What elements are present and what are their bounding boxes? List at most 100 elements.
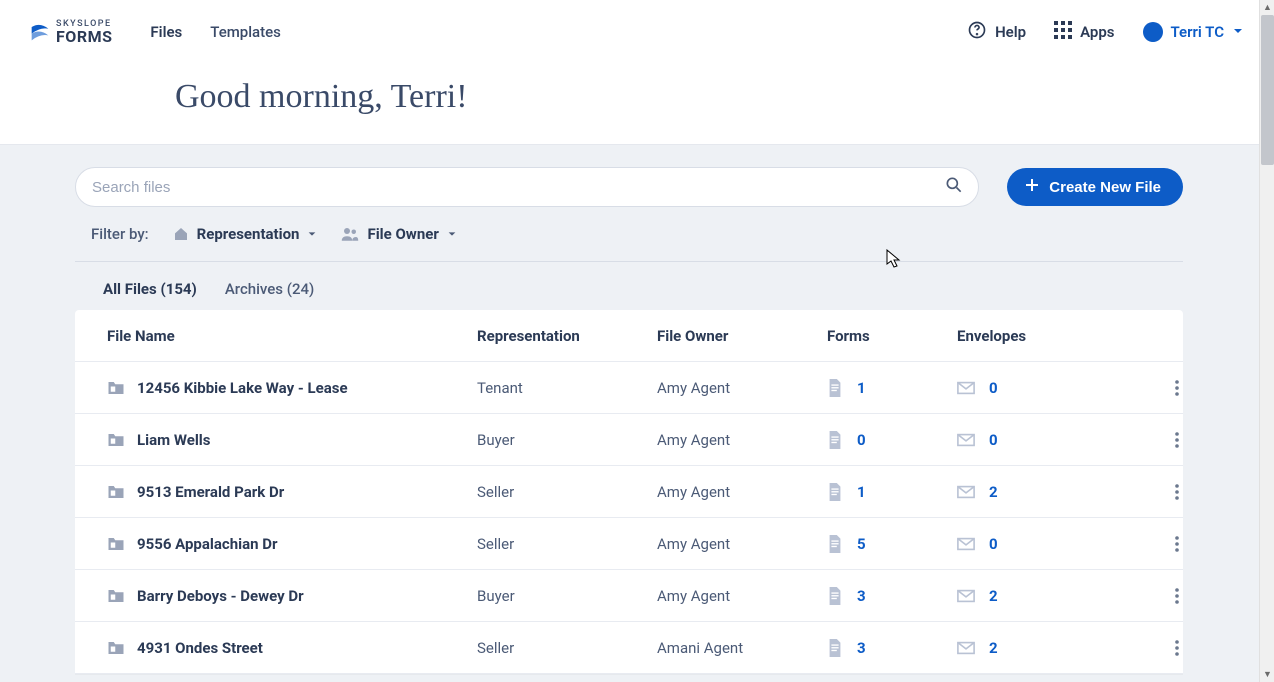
cell-file-owner: Amy Agent (657, 379, 827, 397)
filter-row: Filter by: Representation File Owner (75, 207, 1183, 262)
row-menu-button[interactable] (1147, 640, 1207, 656)
logo-text: SKYSLOPE FORMS (56, 20, 112, 45)
nav-templates[interactable]: Templates (210, 23, 281, 41)
file-name-text: 4931 Ondes Street (137, 639, 263, 657)
col-file-name: File Name (107, 327, 477, 345)
cell-forms: 1 (827, 483, 957, 501)
envelope-icon (957, 537, 975, 551)
file-name-text: 9513 Emerald Park Dr (137, 483, 284, 501)
cell-forms: 0 (827, 431, 957, 449)
cell-representation: Buyer (477, 431, 657, 449)
cell-representation: Seller (477, 639, 657, 657)
user-name: Terri TC (1171, 23, 1224, 41)
forms-count: 3 (857, 639, 866, 657)
envelopes-count: 2 (989, 483, 998, 501)
logo[interactable]: SKYSLOPE FORMS (30, 20, 112, 45)
greeting: Good morning, Terri! (0, 64, 1274, 116)
envelope-icon (957, 589, 975, 603)
cell-file-name: Barry Deboys - Dewey Dr (107, 587, 477, 605)
avatar (1143, 22, 1163, 42)
table-row[interactable]: 9513 Emerald Park Dr SellerAmy Agent 1 2 (75, 466, 1183, 518)
col-forms: Forms (827, 327, 957, 345)
file-name-text: 12456 Kibbie Lake Way - Lease (137, 379, 348, 397)
forms-count: 0 (857, 431, 866, 449)
envelope-icon (957, 433, 975, 447)
envelopes-count: 2 (989, 587, 998, 605)
search-icon[interactable] (944, 175, 964, 199)
content: Create New File Filter by: Representatio… (75, 145, 1183, 674)
filter-representation-label: Representation (197, 225, 300, 243)
table-row[interactable]: 12456 Kibbie Lake Way - Lease TenantAmy A… (75, 362, 1183, 414)
toolbar-right: Help Apps Terri TC (967, 20, 1244, 44)
envelope-icon (957, 641, 975, 655)
folder-icon (107, 536, 125, 552)
header: SKYSLOPE FORMS Files Templates Help Apps (0, 0, 1274, 145)
forms-count: 1 (857, 483, 866, 501)
plus-icon (1025, 178, 1039, 196)
row-menu-button[interactable] (1147, 380, 1207, 396)
folder-icon (107, 588, 125, 604)
cell-representation: Seller (477, 483, 657, 501)
tab-archives-count: 24 (292, 280, 309, 298)
cell-file-name: 12456 Kibbie Lake Way - Lease (107, 379, 477, 397)
main-nav: Files Templates (150, 23, 280, 41)
row-menu-button[interactable] (1147, 536, 1207, 552)
cell-file-owner: Amy Agent (657, 587, 827, 605)
cell-envelopes: 2 (957, 639, 1147, 657)
user-menu[interactable]: Terri TC (1143, 22, 1244, 42)
forms-count: 1 (857, 379, 866, 397)
cell-envelopes: 2 (957, 483, 1147, 501)
vertical-scrollbar[interactable]: ▲ ▼ (1259, 0, 1274, 682)
envelope-icon (957, 485, 975, 499)
tab-all-files-count: 154 (166, 280, 192, 298)
create-new-file-button[interactable]: Create New File (1007, 168, 1183, 206)
filter-label: Filter by: (91, 225, 149, 243)
help-label: Help (995, 23, 1026, 41)
files-table: File Name Representation File Owner Form… (75, 310, 1183, 674)
document-icon (827, 431, 843, 449)
filter-file-owner[interactable]: File Owner (341, 225, 456, 243)
cell-representation: Tenant (477, 379, 657, 397)
logo-icon (30, 22, 50, 42)
row-menu-button[interactable] (1147, 484, 1207, 500)
cell-representation: Seller (477, 535, 657, 553)
document-icon (827, 483, 843, 501)
tab-archives[interactable]: Archives (24) (225, 280, 314, 298)
search-box[interactable] (75, 167, 979, 207)
table-row[interactable]: Barry Deboys - Dewey DrBuyerAmy Agent32 (75, 570, 1183, 622)
envelopes-count: 0 (989, 535, 998, 553)
row-menu-button[interactable] (1147, 588, 1207, 604)
file-name-text: Liam Wells (137, 431, 210, 449)
help-button[interactable]: Help (967, 20, 1026, 44)
tab-archives-label: Archives (225, 280, 283, 298)
help-icon (967, 20, 987, 44)
search-input[interactable] (92, 179, 944, 196)
cell-forms: 3 (827, 639, 957, 657)
cell-file-name: 4931 Ondes Street (107, 639, 477, 657)
create-label: Create New File (1049, 179, 1161, 196)
apps-icon (1054, 21, 1072, 43)
chevron-down-icon (307, 225, 317, 243)
chevron-down-icon (1232, 23, 1244, 41)
scroll-down-icon[interactable]: ▼ (1260, 667, 1274, 682)
envelopes-count: 0 (989, 431, 998, 449)
nav-files[interactable]: Files (150, 23, 182, 41)
forms-count: 5 (857, 535, 866, 553)
cell-forms: 5 (827, 535, 957, 553)
tab-all-files[interactable]: All Files (154) (103, 280, 197, 298)
filter-representation[interactable]: Representation (173, 225, 318, 243)
people-icon (341, 227, 359, 241)
cell-envelopes: 0 (957, 379, 1147, 397)
table-row[interactable]: 9556 Appalachian DrSellerAmy Agent50 (75, 518, 1183, 570)
filter-file-owner-label: File Owner (367, 225, 438, 243)
apps-label: Apps (1080, 23, 1114, 41)
cell-file-name: Liam Wells (107, 431, 477, 449)
cell-file-owner: Amy Agent (657, 483, 827, 501)
scroll-thumb[interactable] (1261, 15, 1274, 165)
apps-button[interactable]: Apps (1054, 21, 1114, 43)
row-menu-button[interactable] (1147, 432, 1207, 448)
table-row[interactable]: 4931 Ondes StreetSellerAmani Agent32 (75, 622, 1183, 674)
scroll-up-icon[interactable]: ▲ (1260, 0, 1274, 15)
table-row[interactable]: Liam WellsBuyerAmy Agent00 (75, 414, 1183, 466)
search-row: Create New File (75, 167, 1183, 207)
